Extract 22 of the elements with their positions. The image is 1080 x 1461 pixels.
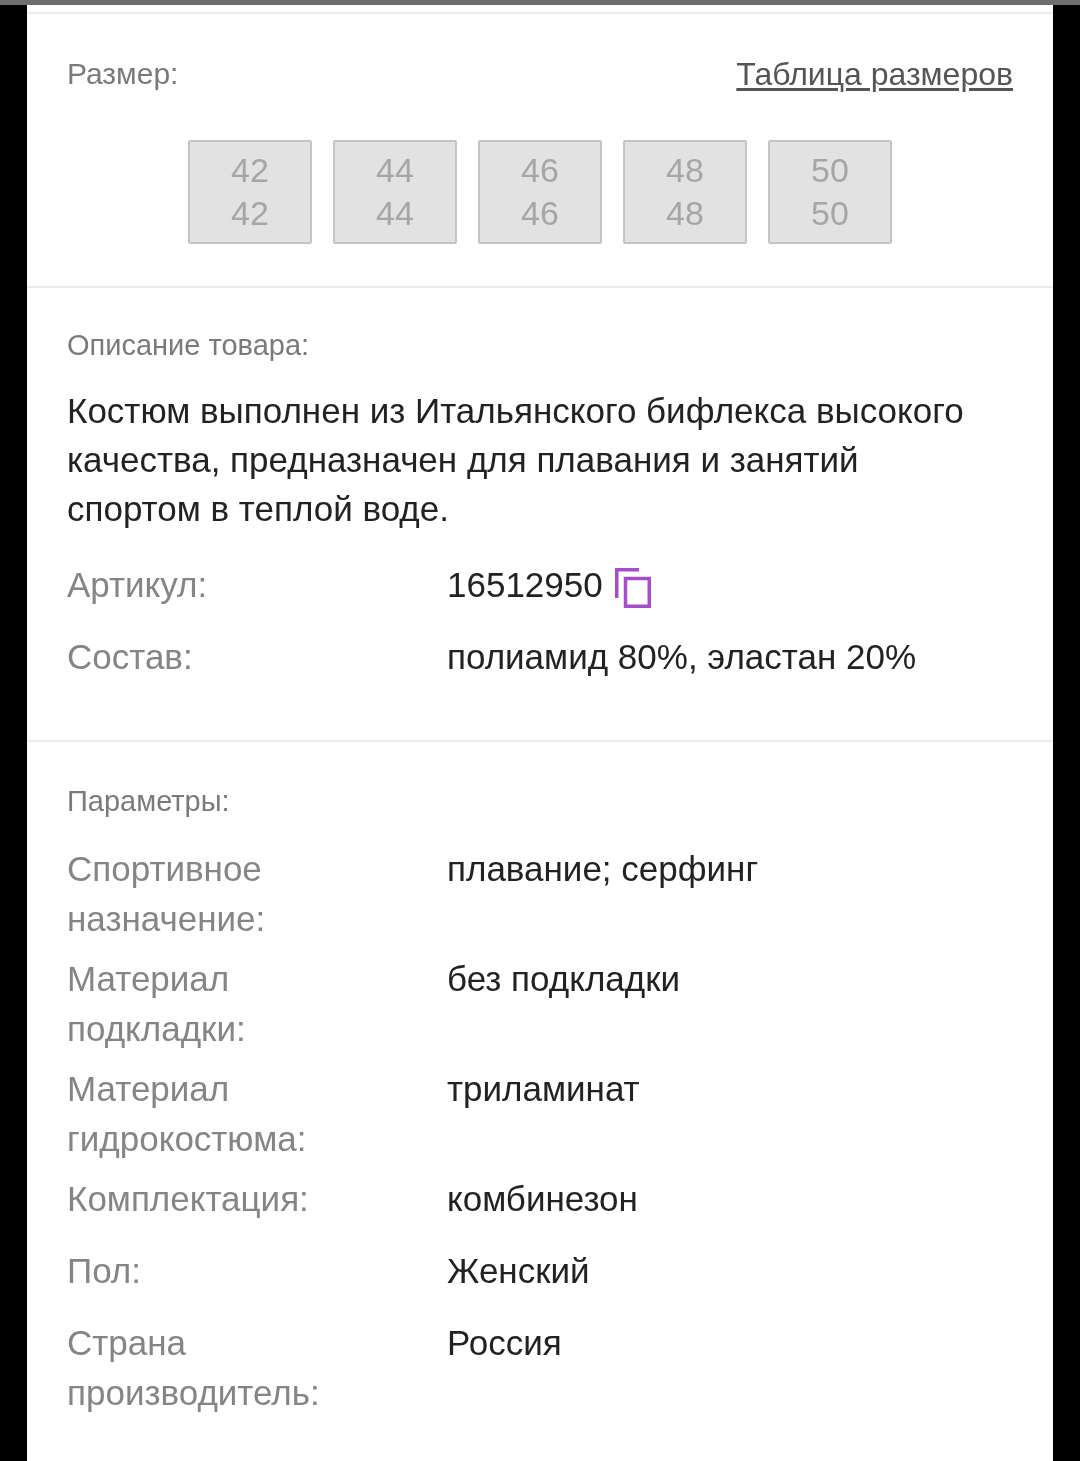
parameters-label: Параметры: [67,785,230,817]
parameter-label: Страна производитель: [67,1322,321,1414]
attribute-value: 16512950 [447,564,603,606]
attribute-label: Артикул: [67,564,209,606]
parameter-value: без подкладки [447,958,681,1000]
parameter-value: Женский [447,1250,590,1292]
parameter-value: Россия [447,1322,562,1364]
attribute-label: Состав: [67,636,194,678]
parameter-label: Материал подкладки: [67,958,247,1050]
parameter-label: Комплектация: [67,1178,310,1220]
copy-icon[interactable] [614,568,651,608]
parameter-value: плавание; серфинг [447,848,759,890]
parameter-label: Материал гидрокостюма: [67,1068,308,1160]
attribute-value: полиамид 80%, эластан 20% [447,636,917,678]
parameter-label: Спортивное назначение: [67,848,267,940]
parameter-label: Пол: [67,1250,142,1292]
size-chart-link[interactable]: Таблица размеров [736,56,1013,92]
description-label: Описание товара: [67,329,310,361]
parameter-value: комбинезон [447,1178,638,1220]
parameter-value: триламинат [447,1068,640,1110]
description-text: Костюм выполнен из Итальянского бифлекса высокого качества, предназначен для плавания и занятий спортом в теплой воде. [67,390,965,530]
size-label: Размер: [67,58,179,90]
